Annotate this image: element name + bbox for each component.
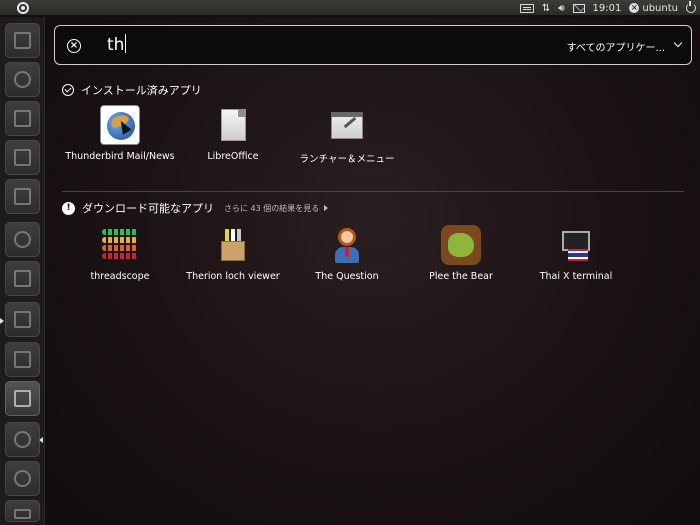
launcher-impress[interactable]	[5, 179, 40, 214]
clock[interactable]: 19:01	[589, 0, 626, 16]
workspaces-icon	[14, 311, 31, 328]
launcher	[0, 17, 45, 525]
app-thai-terminal[interactable]: Thai X terminal	[516, 225, 636, 285]
libreoffice-icon	[213, 105, 253, 145]
check-circle-icon	[62, 84, 74, 96]
more-results-link[interactable]: さらに 43 個の結果を見る	[224, 203, 319, 214]
software-center-icon	[14, 231, 31, 248]
firefox-icon	[14, 71, 31, 88]
launcher-software-center[interactable]	[5, 222, 40, 257]
app-label: Thai X terminal	[539, 271, 613, 282]
mail-icon	[572, 3, 585, 13]
downloadable-section-title: ダウンロード可能なアプリ	[82, 202, 214, 215]
user-name: ubuntu	[642, 2, 678, 14]
app-the-question[interactable]: The Question	[287, 225, 407, 285]
app-label: ランチャー＆メニュー	[299, 154, 395, 165]
app-therion[interactable]: Therion loch viewer	[173, 225, 293, 285]
window-manager-icon	[14, 390, 31, 407]
launcher-workspaces[interactable]	[5, 302, 40, 337]
download-icon: !	[62, 201, 75, 215]
launcher-calc[interactable]	[5, 140, 40, 175]
trash-icon	[14, 509, 31, 519]
app-label: LibreOffice	[207, 151, 259, 162]
chevron-down-icon[interactable]	[673, 38, 683, 48]
plee-the-bear-icon	[441, 225, 481, 265]
system-tray: ⇅ 🔊︎ 19:01 × ubuntu	[516, 0, 700, 16]
network-icon: ⇅	[541, 2, 551, 14]
launcher-screenshot[interactable]	[5, 342, 40, 377]
thai-terminal-icon	[556, 225, 596, 265]
launcher-trash[interactable]	[5, 500, 40, 522]
home-folder-icon	[14, 32, 31, 49]
app-launcher-menu[interactable]: ランチャー＆メニュー	[287, 105, 407, 165]
dash: × th すべてのアプリケー... インストール済みアプリ Thunderbir…	[46, 17, 700, 525]
launcher-zoom[interactable]	[5, 422, 40, 457]
launcher-firefox[interactable]	[5, 62, 40, 97]
the-question-icon	[327, 225, 367, 265]
power-icon	[686, 1, 696, 13]
zoom-icon	[14, 431, 31, 448]
app-plee-the-bear[interactable]: Plee the Bear	[401, 225, 521, 285]
user-icon: ×	[629, 3, 640, 13]
installed-section-header[interactable]: インストール済みアプリ	[62, 82, 202, 98]
downloadable-section-header[interactable]: ! ダウンロード可能なアプリ さらに 43 個の結果を見る	[62, 200, 329, 216]
dash-home-button[interactable]	[0, 0, 45, 16]
app-libreoffice[interactable]: LibreOffice	[173, 105, 293, 165]
search-input[interactable]: th	[107, 34, 127, 55]
top-panel: ⇅ 🔊︎ 19:01 × ubuntu	[0, 0, 700, 16]
user-menu[interactable]: × ubuntu	[625, 0, 682, 16]
camera-icon	[14, 351, 31, 368]
app-label: Plee the Bear	[429, 271, 493, 282]
keyboard-icon	[519, 3, 534, 13]
clear-search-icon[interactable]: ×	[67, 39, 81, 53]
running-indicator-icon	[0, 318, 4, 324]
app-label: Thunderbird Mail/News	[65, 151, 175, 162]
volume-icon: 🔊︎	[558, 2, 565, 14]
text-caret	[125, 34, 127, 53]
section-divider	[62, 191, 684, 192]
keyboard-indicator[interactable]	[516, 0, 538, 16]
filter-select[interactable]: すべてのアプリケー...	[567, 39, 665, 54]
therion-icon	[213, 225, 253, 265]
app-thunderbird[interactable]: Thunderbird Mail/News	[60, 105, 180, 165]
disc-icon	[14, 470, 31, 487]
app-threadscope[interactable]: threadscope	[60, 225, 180, 285]
volume-indicator[interactable]: 🔊︎	[554, 0, 568, 16]
ubuntu-one-icon	[14, 270, 31, 287]
launcher-writer[interactable]	[5, 101, 40, 136]
ubuntu-logo-icon	[17, 2, 29, 14]
installed-section-title: インストール済みアプリ	[81, 84, 202, 97]
app-label: The Question	[315, 271, 379, 282]
launcher-home-folder[interactable]	[5, 23, 40, 58]
network-indicator[interactable]: ⇅	[538, 0, 554, 16]
session-menu[interactable]	[682, 0, 700, 16]
app-label: Therion loch viewer	[186, 271, 280, 282]
launcher-cd-burner[interactable]	[5, 461, 40, 496]
launcher-window-manager[interactable]	[5, 381, 40, 416]
writer-icon	[14, 110, 31, 127]
messaging-indicator[interactable]	[569, 0, 589, 16]
impress-icon	[14, 188, 31, 205]
calc-icon	[14, 149, 31, 166]
launcher-menu-icon	[327, 105, 367, 145]
thunderbird-icon	[100, 105, 140, 145]
search-query: th	[107, 35, 125, 55]
search-box[interactable]: × th すべてのアプリケー...	[54, 25, 692, 65]
chevron-right-icon[interactable]	[324, 205, 329, 211]
app-label: threadscope	[90, 271, 150, 282]
launcher-ubuntu-one[interactable]	[5, 261, 40, 296]
threadscope-icon	[100, 225, 140, 265]
